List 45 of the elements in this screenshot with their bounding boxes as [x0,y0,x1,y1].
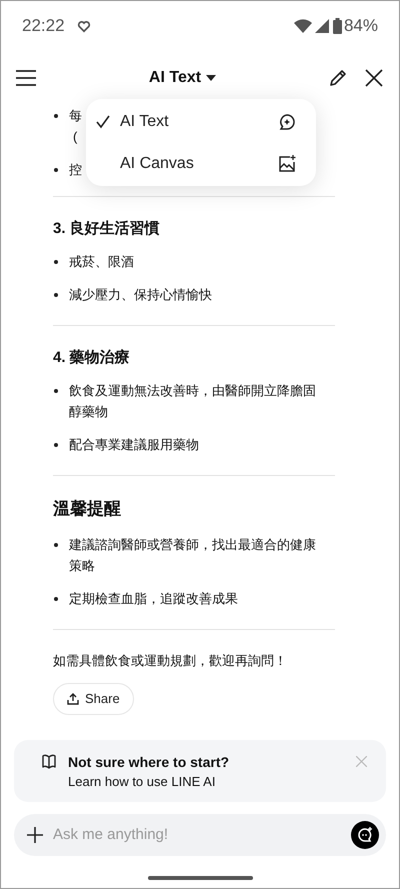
bullet-icon [54,293,58,297]
hint-title: Not sure where to start? [68,753,230,772]
bullet-icon [54,543,58,547]
battery-level: 84% [344,15,378,38]
add-button[interactable] [27,827,43,843]
list-item-text: 定期檢查血脂，追蹤改善成果 [69,590,238,608]
book-icon [42,754,56,770]
title-dropdown[interactable]: AI Text [148,66,216,90]
list-item-text: 每 [69,107,82,125]
chat-sparkle-icon [278,112,296,130]
list-item-text: 戒菸、限酒 [69,253,134,271]
bullet-icon [54,168,58,172]
closing-text: 如需具體飲食或運動規劃，歡迎再詢問！ [53,652,288,670]
list-item-text: ( [72,128,78,146]
wifi-icon [294,19,312,33]
status-time: 22:22 [22,15,65,38]
menu-button[interactable] [15,69,37,87]
mode-option[interactable]: AI Text [86,100,316,142]
battery-icon [332,18,342,34]
list-item-text: 飲食及運動無法改善時，由醫師開立降膽固醇藥物 [69,382,317,421]
caret-icon [206,75,216,81]
edit-button[interactable] [328,68,348,88]
mode-option[interactable]: AI Canvas [86,142,316,184]
ai-send-button[interactable] [351,821,379,849]
share-icon [67,693,79,705]
image-sparkle-icon [278,154,296,172]
list-item-text: 減少壓力、保持心情愉快 [69,286,212,304]
bullet-icon [54,260,58,264]
section-heading: 溫馨提醒 [53,498,122,520]
section-heading: 4. 藥物治療 [53,348,131,368]
bullet-icon [54,443,58,447]
list-item-text: 配合專業建議服用藥物 [69,436,199,454]
list-item-text: 控 [69,161,82,179]
bullet-icon [54,389,58,393]
section-heading: 3. 良好生活習慣 [53,219,161,239]
share-button[interactable]: Share [53,683,134,715]
input-bar[interactable]: Ask me anything! [14,814,386,856]
list-item-text: 建議諮詢醫師或營養師，找出最適合的健康策略 [69,536,317,575]
close-button[interactable] [365,69,383,87]
chat-sparkle-icon [357,827,373,843]
bullet-icon [54,597,58,601]
heart-icon [76,19,91,33]
signal-icon [314,19,329,33]
bullet-icon [54,114,58,118]
message-input[interactable]: Ask me anything! [53,824,351,846]
